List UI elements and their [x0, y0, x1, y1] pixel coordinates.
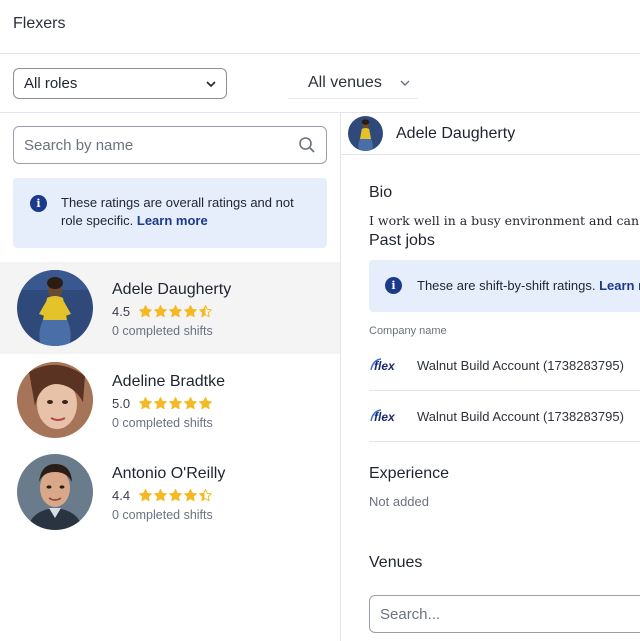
detail-header: Adele Daugherty: [341, 113, 640, 155]
filter-bar: All roles All venues: [0, 54, 640, 113]
past-job-row[interactable]: flex Walnut Build Account (1738283795): [369, 340, 640, 391]
flexer-name: Adeline Bradtke: [112, 373, 225, 390]
star-icon: [169, 489, 183, 502]
avatar: [17, 270, 93, 346]
learn-more-link[interactable]: Learn m: [599, 278, 640, 293]
flexer-detail-panel: Adele Daugherty Bio I work well in a bus…: [341, 113, 640, 641]
ratings-info-notice: i These ratings are overall ratings and …: [13, 178, 327, 248]
learn-more-link[interactable]: Learn more: [137, 213, 208, 228]
page-title: Flexers: [13, 15, 66, 32]
star-icon: [169, 397, 183, 410]
past-job-row[interactable]: flex Walnut Build Account (1738283795): [369, 391, 640, 442]
star-icon: [154, 489, 168, 502]
experience-text: Not added: [369, 494, 429, 509]
avatar: [17, 362, 93, 438]
flexer-list-item[interactable]: Adeline Bradtke 5.0 0 completed shifts: [0, 354, 340, 446]
venue-search-box[interactable]: [369, 595, 640, 633]
completed-shifts: 0 completed shifts: [112, 416, 213, 430]
flexer-list-panel: i These ratings are overall ratings and …: [0, 113, 341, 641]
detail-flexer-name: Adele Daugherty: [396, 125, 516, 142]
completed-shifts: 0 completed shifts: [112, 324, 213, 338]
rating-value: 5.0: [112, 396, 131, 411]
star-icon: [154, 305, 168, 318]
star-icon: [154, 397, 168, 410]
info-icon: i: [385, 277, 402, 294]
avatar: [348, 116, 383, 151]
svg-text:flex: flex: [374, 410, 396, 424]
star-icon: [184, 397, 198, 410]
flexer-name: Antonio O'Reilly: [112, 465, 226, 482]
bio-heading: Bio: [369, 184, 393, 201]
name-search-box[interactable]: [13, 126, 327, 164]
avatar: [17, 454, 93, 530]
rating-value: 4.5: [112, 304, 131, 319]
flex-logo-icon: flex: [370, 358, 396, 373]
flexer-list-item[interactable]: Antonio O'Reilly 4.4 0 completed shifts: [0, 446, 340, 538]
flexer-rating: 4.4: [112, 488, 213, 503]
venue-filter-select[interactable]: All venues: [288, 68, 418, 99]
venue-filter-label: All venues: [308, 74, 382, 91]
venue-search-input[interactable]: [380, 605, 640, 623]
top-header: Flexers: [0, 0, 640, 54]
flexer-rating: 5.0: [112, 396, 213, 411]
name-search-input[interactable]: [24, 136, 284, 154]
past-jobs-heading: Past jobs: [369, 232, 435, 249]
flexer-list: Adele Daugherty 4.5 0 completed shifts A…: [0, 262, 340, 538]
flex-logo-icon: flex: [370, 409, 396, 424]
chevron-down-icon: [206, 80, 216, 87]
star-rating: [138, 304, 213, 319]
star-icon: [199, 489, 213, 502]
star-icon: [139, 489, 153, 502]
bio-text: I work well in a busy environment and ca…: [369, 213, 640, 228]
star-icon: [169, 305, 183, 318]
past-job-company: Walnut Build Account (1738283795): [417, 408, 624, 424]
rating-value: 4.4: [112, 488, 131, 503]
chevron-down-icon: [400, 80, 410, 86]
star-rating: [138, 396, 213, 411]
star-icon: [184, 489, 198, 502]
company-column-header: Company name: [369, 325, 447, 337]
svg-text:flex: flex: [374, 359, 396, 373]
past-job-company: Walnut Build Account (1738283795): [417, 357, 624, 373]
star-icon: [199, 305, 213, 318]
star-icon: [139, 305, 153, 318]
experience-heading: Experience: [369, 465, 450, 482]
role-filter-label: All roles: [24, 75, 78, 92]
star-icon: [199, 397, 213, 410]
star-icon: [139, 397, 153, 410]
past-jobs-info-text: These are shift-by-shift ratings.: [417, 278, 596, 293]
venues-heading: Venues: [369, 554, 423, 571]
flexer-rating: 4.5: [112, 304, 213, 319]
search-icon[interactable]: [298, 136, 316, 154]
flexer-list-item[interactable]: Adele Daugherty 4.5 0 completed shifts: [0, 262, 340, 354]
flexer-name: Adele Daugherty: [112, 281, 232, 298]
star-icon: [184, 305, 198, 318]
info-icon: i: [30, 195, 47, 212]
past-jobs-info-notice: i These are shift-by-shift ratings. Lear…: [369, 260, 640, 312]
star-rating: [138, 488, 213, 503]
role-filter-select[interactable]: All roles: [13, 68, 227, 99]
completed-shifts: 0 completed shifts: [112, 508, 213, 522]
